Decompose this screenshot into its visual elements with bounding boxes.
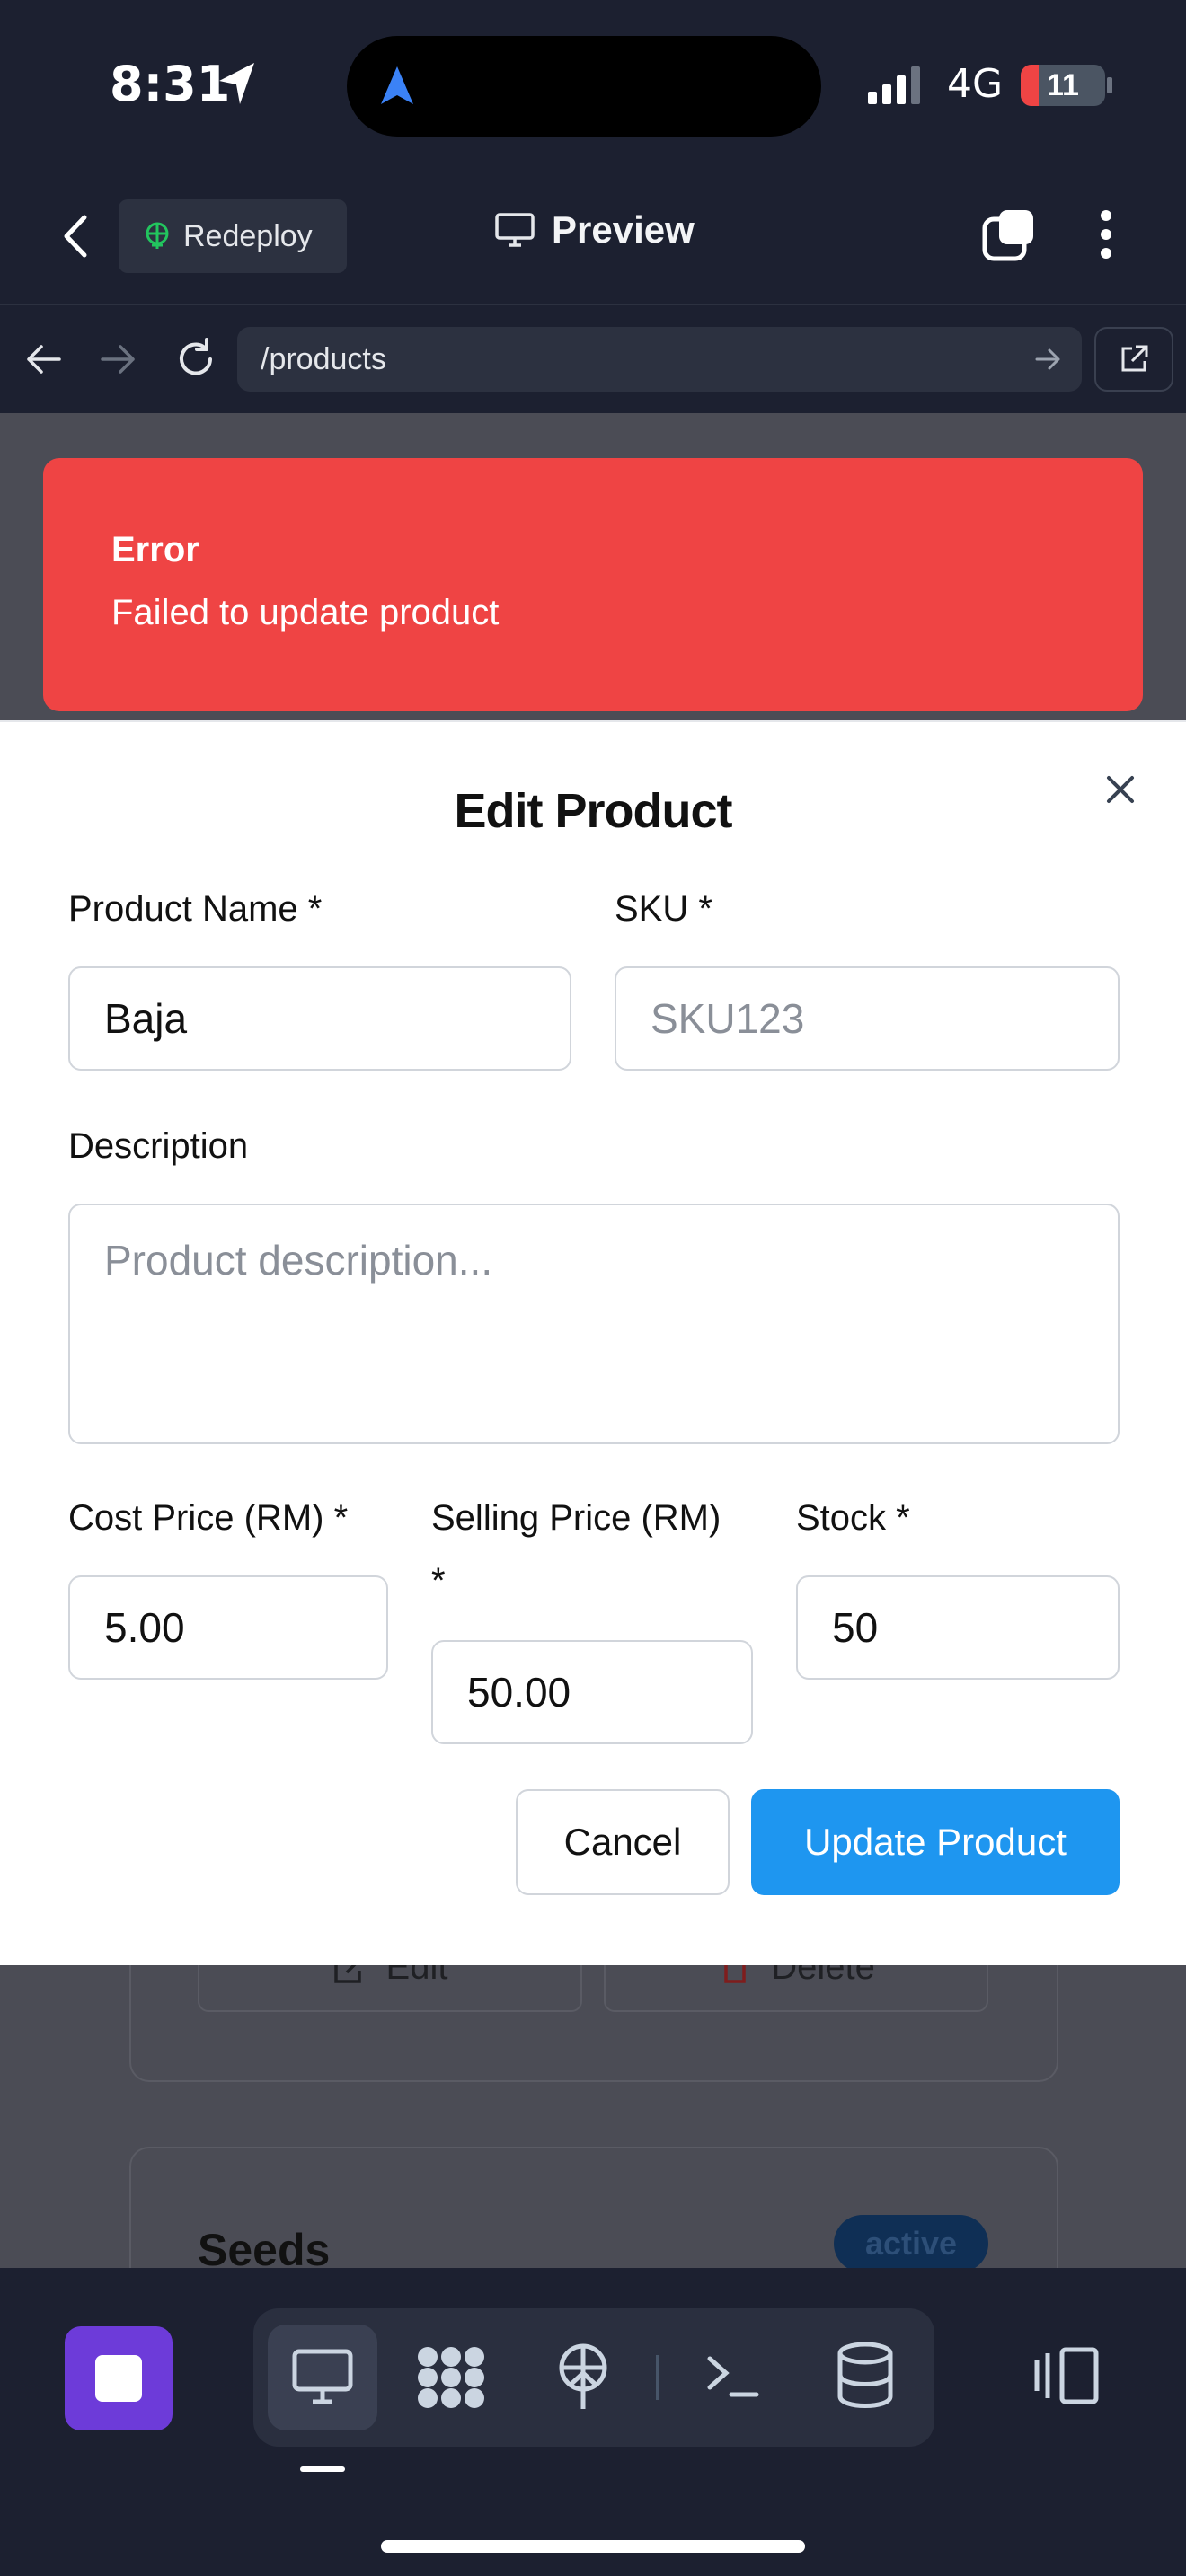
more-vertical-icon[interactable] xyxy=(1093,207,1120,262)
url-text: /products xyxy=(261,341,386,376)
browser-back-icon[interactable] xyxy=(23,341,63,377)
desktop-icon[interactable] xyxy=(291,2348,354,2407)
dynamic-island xyxy=(347,36,821,137)
external-link-icon xyxy=(1121,345,1148,372)
update-product-button[interactable]: Update Product xyxy=(751,1789,1120,1895)
preview-title: Preview xyxy=(494,208,695,251)
product-name-input[interactable]: Baja xyxy=(68,966,571,1071)
globe-deploy-icon xyxy=(146,222,169,249)
selling-price-required-mark: * xyxy=(431,1561,446,1601)
cost-price-label: Cost Price (RM) * xyxy=(68,1498,349,1538)
selling-price-label: Selling Price (RM) xyxy=(431,1498,721,1538)
reload-icon[interactable] xyxy=(174,338,217,381)
go-arrow-icon[interactable] xyxy=(1033,347,1062,372)
redeploy-button[interactable]: Redeploy xyxy=(119,199,347,273)
product-name-label: Product Name * xyxy=(68,889,323,929)
grid-icon[interactable] xyxy=(415,2344,487,2411)
browser-forward-icon[interactable] xyxy=(99,341,138,377)
tabs-icon[interactable] xyxy=(981,207,1037,262)
error-toast: Error Failed to update product xyxy=(43,458,1143,711)
toast-title: Error xyxy=(111,530,199,569)
redeploy-label: Redeploy xyxy=(183,218,313,253)
sku-input[interactable]: SKU123 xyxy=(615,966,1120,1071)
battery-tip xyxy=(1107,77,1112,93)
stock-input[interactable]: 50 xyxy=(796,1575,1120,1680)
database-icon[interactable] xyxy=(834,2339,897,2411)
stop-button[interactable] xyxy=(65,2326,173,2430)
home-indicator xyxy=(381,2540,805,2553)
dock-divider xyxy=(656,2355,659,2400)
terminal-icon[interactable] xyxy=(704,2348,760,2402)
dialog-title: Edit Product xyxy=(454,784,733,838)
location-arrow-icon xyxy=(219,63,254,104)
active-tab-indicator xyxy=(300,2466,345,2472)
selling-price-input[interactable]: 50.00 xyxy=(431,1640,753,1744)
open-external-button[interactable] xyxy=(1094,327,1173,392)
back-chevron-icon[interactable] xyxy=(58,212,93,260)
preview-label: Preview xyxy=(552,208,695,251)
status-badge: active xyxy=(834,2215,988,2272)
monitor-icon xyxy=(495,213,535,247)
toast-message: Failed to update product xyxy=(111,593,500,632)
navigation-arrow-icon xyxy=(381,66,413,104)
url-field[interactable]: /products xyxy=(237,327,1082,392)
cost-price-input[interactable]: 5.00 xyxy=(68,1575,388,1680)
battery-icon: 11 xyxy=(1021,65,1105,106)
cancel-button[interactable]: Cancel xyxy=(516,1789,730,1895)
network-label: 4G xyxy=(947,61,1004,107)
stock-label: Stock * xyxy=(796,1498,910,1538)
edit-product-dialog: Edit Product Product Name * Baja SKU * S… xyxy=(0,720,1186,1965)
description-label: Description xyxy=(68,1126,249,1166)
sku-label: SKU * xyxy=(615,889,712,929)
panel-icon[interactable] xyxy=(1033,2344,1102,2407)
status-time: 8:31 xyxy=(110,56,231,112)
battery-level: 11 xyxy=(1047,68,1079,102)
signal-icon xyxy=(868,66,920,104)
deploy-icon[interactable] xyxy=(552,2341,615,2413)
description-textarea[interactable]: Product description... xyxy=(68,1204,1120,1444)
stop-icon xyxy=(95,2355,142,2402)
close-icon[interactable] xyxy=(1098,767,1143,812)
